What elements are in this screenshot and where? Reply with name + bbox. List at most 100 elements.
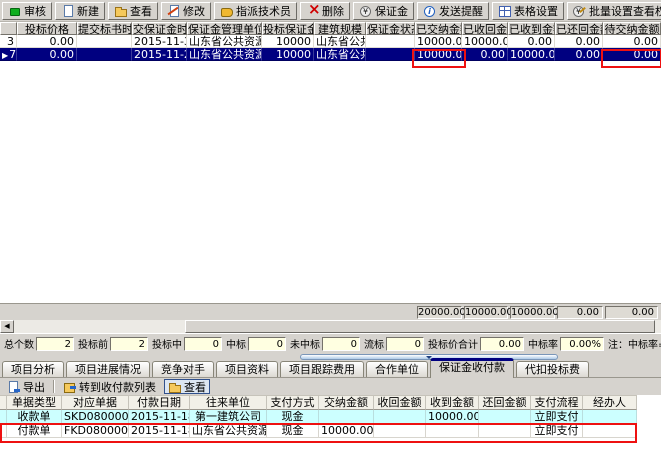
table-row-selected[interactable]: ▶7 0.00 2015-11-21 山东省公共资源交 10000 山东省公共资…: [0, 48, 661, 61]
button-label: 批量设置查看权限: [589, 3, 661, 19]
cell-deposit-unit: 山东省公共资源交: [187, 48, 262, 61]
summary-field-prebid: 投标前2: [78, 336, 148, 351]
column-header-returned-amount[interactable]: 还回金额: [479, 395, 531, 410]
summary-field-win-rate: 中标率0.00%: [528, 336, 604, 351]
summary-field-bidding: 投标中0: [152, 336, 222, 351]
cell-deposit-unit: 山东省公共资源交: [187, 35, 262, 48]
cell-deposit-status: [366, 48, 415, 61]
column-header-counterparty[interactable]: 往来单位: [190, 395, 267, 410]
audit-button[interactable]: 审核: [2, 2, 52, 20]
horizontal-scrollbar[interactable]: ◀: [0, 320, 661, 333]
goto-payment-list-button[interactable]: 转到收付款列表: [59, 379, 160, 394]
column-header-deposit-unit[interactable]: 保证金管理单位: [187, 22, 262, 35]
column-header-returned-amount[interactable]: 已还回金额: [555, 22, 603, 35]
highlight-box-payment-row: [0, 423, 637, 443]
summary-note: 注：中标率=中标/(中标+未中标): [608, 336, 661, 351]
bid-table-header: 投标价格 提交标书时间 交保证金时间 保证金管理单位 投标保证金 建筑规模 保证…: [0, 22, 661, 35]
field-value: 0.00: [480, 337, 524, 351]
send-reminder-button[interactable]: 发送提醒: [417, 2, 489, 20]
column-header-received-amount[interactable]: 已收到金额: [508, 22, 555, 35]
field-value: 0: [322, 337, 360, 351]
field-value: 2: [110, 337, 148, 351]
delete-button[interactable]: 删除: [300, 2, 350, 20]
payments-sub-toolbar: 导出 转到收付款列表 查看: [0, 378, 661, 395]
table-settings-button[interactable]: 表格设置: [492, 2, 564, 20]
delete-icon: [306, 5, 319, 17]
pane-splitter[interactable]: [0, 353, 661, 361]
column-header-received-amount[interactable]: 收到金额: [426, 395, 479, 410]
total-paid-amount: 20000.00: [417, 306, 462, 319]
tab-project-analysis[interactable]: 项目分析: [2, 361, 64, 377]
cell-deposit-time: 2015-11-30: [132, 35, 187, 48]
column-header-paid-amount[interactable]: 已交纳金额: [415, 22, 462, 35]
new-button[interactable]: 新建: [55, 2, 105, 20]
cell-bid-price: 0.00: [17, 48, 77, 61]
cell-submit-time: [77, 35, 132, 48]
cell-doc-type: 收款单: [7, 410, 62, 424]
edit-button[interactable]: 修改: [161, 2, 211, 20]
button-label: 查看: [130, 3, 152, 19]
splitter-handle[interactable]: [300, 354, 558, 360]
deposit-button[interactable]: 保证金: [353, 2, 414, 20]
cell-payment-flow: 立即支付: [531, 410, 583, 424]
batch-permissions-button[interactable]: 批量设置查看权限: [567, 2, 661, 20]
field-label: 总个数: [4, 336, 34, 351]
total-returned-amount: 0.00: [557, 306, 603, 319]
column-header-recovered-amount[interactable]: 已收回金额: [462, 22, 508, 35]
column-header-bid-price[interactable]: 投标价格: [17, 22, 77, 35]
tab-deposit-payments[interactable]: 保证金收付款: [430, 358, 514, 378]
column-header-paid-amount[interactable]: 交纳金额: [319, 395, 374, 410]
cell-deposit-time: 2015-11-21: [132, 48, 187, 61]
table-row[interactable]: 3 0.00 2015-11-30 山东省公共资源交 10000 山东省公共资 …: [0, 35, 661, 48]
tab-project-progress[interactable]: 项目进展情况: [66, 361, 150, 377]
cell-received-amount: 10000.00: [508, 48, 555, 61]
scroll-left-arrow-icon[interactable]: ◀: [0, 320, 14, 333]
cell-submit-time: [77, 48, 132, 61]
bottom-tab-bar: 项目分析 项目进展情况 竞争对手 项目资料 项目跟踪费用 合作单位 保证金收付款…: [0, 361, 661, 378]
row-id: 3: [0, 35, 17, 48]
edit-icon: [167, 5, 180, 17]
field-value: 2: [36, 337, 74, 351]
tab-project-documents[interactable]: 项目资料: [216, 361, 278, 377]
column-header-deposit-status[interactable]: 保证金状态: [366, 22, 415, 35]
column-header-submit-time[interactable]: 提交标书时间: [77, 22, 132, 35]
button-label: 表格设置: [514, 3, 558, 19]
total-received-amount: 10000.00: [510, 306, 555, 319]
view-payment-button[interactable]: 查看: [164, 379, 210, 394]
scrollbar-thumb[interactable]: [185, 320, 655, 333]
bid-table: 投标价格 提交标书时间 交保证金时间 保证金管理单位 投标保证金 建筑规模 保证…: [0, 22, 661, 303]
column-header-bid-deposit[interactable]: 投标保证金: [262, 22, 314, 35]
total-pending-amount: 0.00: [605, 306, 658, 319]
payment-table: 单据类型 对应单据 付款日期 往来单位 支付方式 交纳金额 收回金额 收到金额 …: [0, 395, 661, 453]
column-header-payment-flow[interactable]: 支付流程: [531, 395, 583, 410]
column-header-payment-method[interactable]: 支付方式: [267, 395, 319, 410]
view-icon: [168, 381, 181, 393]
column-header-selector[interactable]: [0, 22, 17, 35]
view-icon: [114, 5, 127, 17]
tab-withheld-bid-fees[interactable]: 代扣投标费: [516, 361, 589, 377]
main-toolbar: 审核 新建 查看 修改 指派技术员 删除 保证金 发送提醒 表格设置 批量设置查…: [0, 0, 661, 22]
column-header-payment-date[interactable]: 付款日期: [129, 395, 190, 410]
column-header-handler[interactable]: 经办人: [583, 395, 637, 410]
summary-field-bid-total: 投标价合计0.00: [428, 336, 524, 351]
export-button[interactable]: 导出: [3, 379, 49, 394]
export-icon: [7, 381, 20, 393]
view-button[interactable]: 查看: [108, 2, 158, 20]
tab-partners[interactable]: 合作单位: [366, 361, 428, 377]
column-header-building-scale[interactable]: 建筑规模: [314, 22, 366, 35]
assign-technician-button[interactable]: 指派技术员: [214, 2, 297, 20]
cell-recovered-amount: 10000.00: [462, 35, 508, 48]
column-header-doc-type[interactable]: 单据类型: [7, 395, 62, 410]
cell-paid-amount: [319, 410, 374, 424]
field-label: 未中标: [290, 336, 320, 351]
column-header-pending-amount[interactable]: 待交纳金额: [603, 22, 661, 35]
summary-field-won: 中标0: [226, 336, 286, 351]
cell-recovered-amount: [374, 410, 426, 424]
button-label: 新建: [77, 3, 99, 19]
column-header-deposit-time[interactable]: 交保证金时间: [132, 22, 187, 35]
tab-competitors[interactable]: 竞争对手: [152, 361, 214, 377]
table-row[interactable]: 收款单 SKD080000025 2015-11-18 第一建筑公司 现金 10…: [0, 410, 637, 424]
column-header-doc-number[interactable]: 对应单据: [62, 395, 129, 410]
tab-tracking-costs[interactable]: 项目跟踪费用: [280, 361, 364, 377]
column-header-recovered-amount[interactable]: 收回金额: [374, 395, 426, 410]
